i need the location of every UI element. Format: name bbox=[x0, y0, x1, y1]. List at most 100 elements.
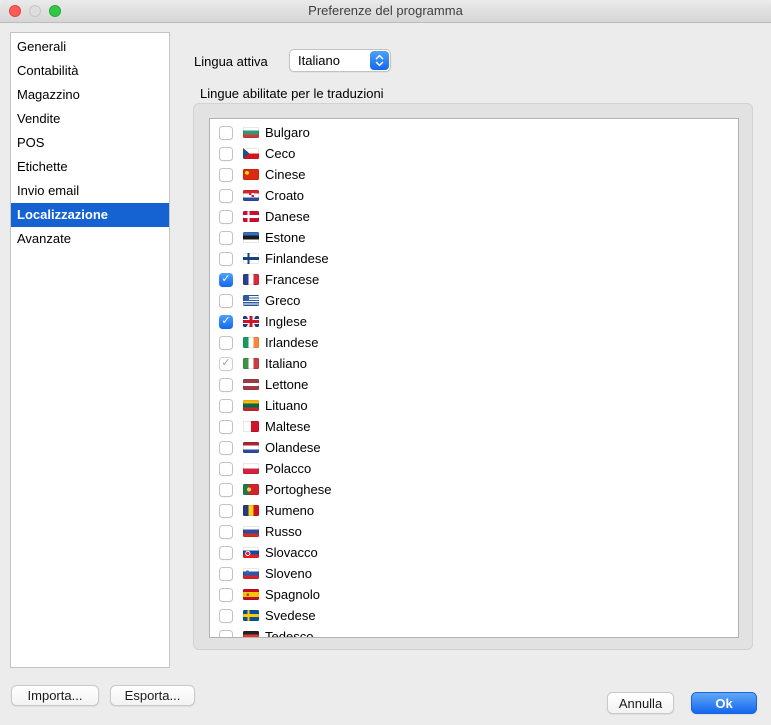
language-checkbox[interactable]: ✓ bbox=[219, 399, 233, 413]
zoom-icon[interactable] bbox=[49, 5, 61, 17]
language-checkbox[interactable]: ✓ bbox=[219, 168, 233, 182]
export-button[interactable]: Esporta... bbox=[110, 685, 195, 706]
language-label: Danese bbox=[265, 209, 310, 224]
flag-dk-icon bbox=[243, 211, 259, 222]
language-checkbox[interactable]: ✓ bbox=[219, 252, 233, 266]
language-row[interactable]: ✓ Olandese bbox=[210, 437, 738, 458]
sidebar-item-label: Localizzazione bbox=[17, 207, 108, 222]
sidebar-item-contabilità[interactable]: Contabilità bbox=[11, 59, 169, 83]
language-row[interactable]: ✓ Estone bbox=[210, 227, 738, 248]
language-row[interactable]: ✓ Francese bbox=[210, 269, 738, 290]
language-row[interactable]: ✓ Svedese bbox=[210, 605, 738, 626]
active-language-select[interactable]: Italiano bbox=[289, 49, 391, 72]
language-row[interactable]: ✓ Cinese bbox=[210, 164, 738, 185]
language-row[interactable]: ✓ Russo bbox=[210, 521, 738, 542]
language-checkbox[interactable]: ✓ bbox=[219, 567, 233, 581]
language-row[interactable]: ✓ Ceco bbox=[210, 143, 738, 164]
minimize-icon[interactable] bbox=[29, 5, 41, 17]
titlebar[interactable]: Preferenze del programma bbox=[0, 0, 771, 23]
language-checkbox[interactable]: ✓ bbox=[219, 189, 233, 203]
flag-lv-icon bbox=[243, 379, 259, 390]
language-checkbox[interactable]: ✓ bbox=[219, 462, 233, 476]
flag-ie-icon bbox=[243, 337, 259, 348]
language-checkbox[interactable]: ✓ bbox=[219, 483, 233, 497]
language-checkbox[interactable]: ✓ bbox=[219, 126, 233, 140]
language-checkbox[interactable]: ✓ bbox=[219, 420, 233, 434]
close-icon[interactable] bbox=[9, 5, 21, 17]
language-row[interactable]: ✓ Italiano bbox=[210, 353, 738, 374]
flag-lt-icon bbox=[243, 400, 259, 411]
language-checkbox[interactable]: ✓ bbox=[219, 588, 233, 602]
cancel-button[interactable]: Annulla bbox=[607, 692, 674, 714]
language-label: Lituano bbox=[265, 398, 308, 413]
language-checkbox[interactable]: ✓ bbox=[219, 273, 233, 287]
language-row[interactable]: ✓ Polacco bbox=[210, 458, 738, 479]
sidebar-item-vendite[interactable]: Vendite bbox=[11, 107, 169, 131]
language-row[interactable]: ✓ Finlandese bbox=[210, 248, 738, 269]
sidebar-item-invio-email[interactable]: Invio email bbox=[11, 179, 169, 203]
sidebar-item-generali[interactable]: Generali bbox=[11, 35, 169, 59]
language-label: Estone bbox=[265, 230, 305, 245]
language-checkbox[interactable]: ✓ bbox=[219, 231, 233, 245]
language-checkbox[interactable]: ✓ bbox=[219, 336, 233, 350]
language-row[interactable]: ✓ Bulgaro bbox=[210, 122, 738, 143]
flag-hr-icon bbox=[243, 190, 259, 201]
flag-fr-icon bbox=[243, 274, 259, 285]
language-checkbox[interactable]: ✓ bbox=[219, 630, 233, 639]
language-checkbox[interactable]: ✓ bbox=[219, 441, 233, 455]
flag-pt-icon bbox=[243, 484, 259, 495]
language-checkbox[interactable]: ✓ bbox=[219, 546, 233, 560]
language-row[interactable]: ✓ Sloveno bbox=[210, 563, 738, 584]
sidebar-item-label: Avanzate bbox=[17, 231, 71, 246]
language-checkbox[interactable]: ✓ bbox=[219, 525, 233, 539]
language-row[interactable]: ✓ Lettone bbox=[210, 374, 738, 395]
language-checkbox[interactable]: ✓ bbox=[219, 210, 233, 224]
flag-ee-icon bbox=[243, 232, 259, 243]
flag-es-icon bbox=[243, 589, 259, 600]
language-label: Italiano bbox=[265, 356, 307, 371]
flag-de-icon bbox=[243, 631, 259, 638]
language-row[interactable]: ✓ Maltese bbox=[210, 416, 738, 437]
language-label: Francese bbox=[265, 272, 319, 287]
language-checkbox[interactable]: ✓ bbox=[219, 294, 233, 308]
enabled-languages-groupbox: ✓ Bulgaro ✓ Ceco ✓ Cinese ✓ Croato ✓ Dan… bbox=[193, 103, 753, 650]
language-checkbox[interactable]: ✓ bbox=[219, 609, 233, 623]
sidebar-item-etichette[interactable]: Etichette bbox=[11, 155, 169, 179]
language-row[interactable]: ✓ Spagnolo bbox=[210, 584, 738, 605]
language-row[interactable]: ✓ Portoghese bbox=[210, 479, 738, 500]
import-button[interactable]: Importa... bbox=[11, 685, 99, 706]
language-label: Slovacco bbox=[265, 545, 318, 560]
language-label: Croato bbox=[265, 188, 304, 203]
language-checkbox[interactable]: ✓ bbox=[219, 147, 233, 161]
language-checkbox[interactable]: ✓ bbox=[219, 378, 233, 392]
flag-nl-icon bbox=[243, 442, 259, 453]
checkmark-icon: ✓ bbox=[221, 274, 230, 285]
language-label: Rumeno bbox=[265, 503, 314, 518]
language-list[interactable]: ✓ Bulgaro ✓ Ceco ✓ Cinese ✓ Croato ✓ Dan… bbox=[209, 118, 739, 638]
language-row[interactable]: ✓ Tedesco bbox=[210, 626, 738, 638]
language-label: Polacco bbox=[265, 461, 311, 476]
language-row[interactable]: ✓ Greco bbox=[210, 290, 738, 311]
language-label: Tedesco bbox=[265, 629, 313, 638]
language-row[interactable]: ✓ Slovacco bbox=[210, 542, 738, 563]
language-row[interactable]: ✓ Lituano bbox=[210, 395, 738, 416]
language-checkbox[interactable]: ✓ bbox=[219, 357, 233, 371]
language-row[interactable]: ✓ Danese bbox=[210, 206, 738, 227]
traffic-lights bbox=[9, 5, 61, 17]
active-language-value: Italiano bbox=[298, 50, 340, 71]
sidebar-item-localizzazione[interactable]: Localizzazione bbox=[11, 203, 169, 227]
language-row[interactable]: ✓ Rumeno bbox=[210, 500, 738, 521]
ok-button[interactable]: Ok bbox=[691, 692, 757, 714]
language-checkbox[interactable]: ✓ bbox=[219, 504, 233, 518]
language-row[interactable]: ✓ Inglese bbox=[210, 311, 738, 332]
sidebar-item-magazzino[interactable]: Magazzino bbox=[11, 83, 169, 107]
language-row[interactable]: ✓ Irlandese bbox=[210, 332, 738, 353]
language-checkbox[interactable]: ✓ bbox=[219, 315, 233, 329]
flag-pl-icon bbox=[243, 463, 259, 474]
sidebar-item-avanzate[interactable]: Avanzate bbox=[11, 227, 169, 251]
language-row[interactable]: ✓ Croato bbox=[210, 185, 738, 206]
sidebar-item-pos[interactable]: POS bbox=[11, 131, 169, 155]
checkmark-icon: ✓ bbox=[221, 358, 230, 369]
flag-mt-icon bbox=[243, 421, 259, 432]
sidebar-item-label: Etichette bbox=[17, 159, 68, 174]
